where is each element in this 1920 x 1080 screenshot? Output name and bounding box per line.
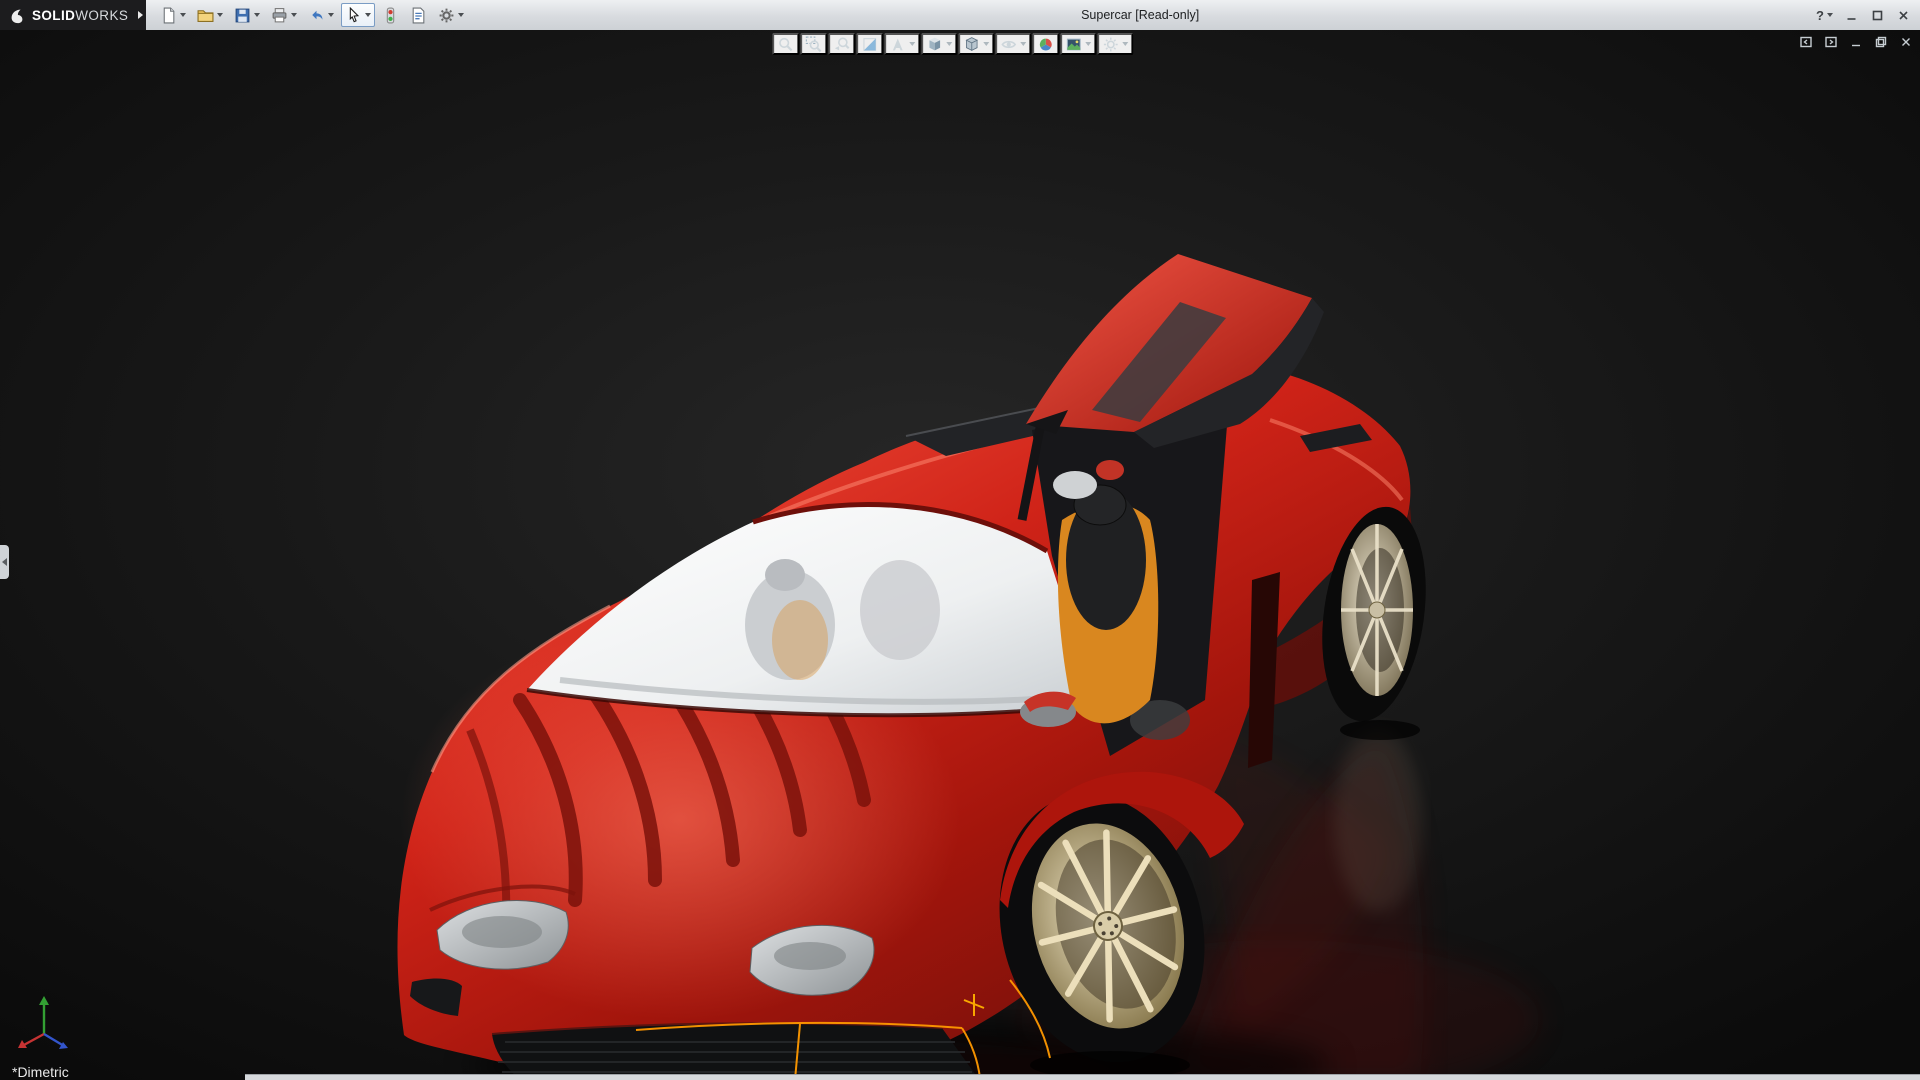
dropdown-arrow-icon[interactable] [1827, 13, 1833, 17]
annotation-views-icon [889, 36, 906, 53]
minimize-button[interactable] [1839, 5, 1863, 25]
previous-view-icon [833, 36, 850, 53]
titlebar: SOLIDWORKS [0, 0, 1920, 31]
view-settings-icon [1102, 36, 1119, 53]
zoom-to-fit-button[interactable] [772, 33, 799, 55]
minimize-icon [1846, 10, 1857, 21]
dropdown-arrow-icon[interactable] [458, 13, 464, 17]
zoom-to-fit-icon [777, 36, 794, 53]
new-button[interactable] [156, 3, 190, 27]
zoom-to-area-button[interactable] [800, 33, 827, 55]
graphics-viewport[interactable]: *Dimetric [0, 30, 1920, 1080]
dropdown-arrow-icon[interactable] [1020, 42, 1026, 46]
section-view-button[interactable] [856, 33, 883, 55]
collapse-left-icon [2, 558, 7, 566]
previous-view-button[interactable] [828, 33, 855, 55]
edit-appearance-ball-icon [1037, 36, 1054, 53]
view-orientation-label: *Dimetric [12, 1065, 69, 1080]
dropdown-arrow-icon[interactable] [291, 13, 297, 17]
view-orientation-cube-icon [926, 36, 943, 53]
hide-show-eye-icon [1000, 36, 1017, 53]
dropdown-arrow-icon[interactable] [946, 42, 952, 46]
file-properties-icon [410, 7, 427, 24]
print-button[interactable] [267, 3, 301, 27]
dropdown-arrow-icon[interactable] [254, 13, 260, 17]
doc-minimize-button[interactable] [1846, 33, 1866, 51]
printer-icon [271, 7, 288, 24]
car-render [0, 30, 1920, 1080]
options-gear-icon [438, 7, 455, 24]
maximize-icon [1872, 10, 1883, 21]
dropdown-arrow-icon[interactable] [180, 13, 186, 17]
view-orientation-button[interactable] [921, 33, 957, 55]
titlebar-controls: ? [1812, 4, 1920, 26]
view-settings-button[interactable] [1097, 33, 1133, 55]
file-properties-button[interactable] [406, 3, 431, 27]
window-right-arrow-button[interactable] [1821, 33, 1841, 51]
y-axis-arrow [39, 996, 49, 1005]
save-button[interactable] [230, 3, 264, 27]
dropdown-arrow-icon[interactable] [1122, 42, 1128, 46]
open-folder-icon [197, 7, 214, 24]
doc-restore-button[interactable] [1871, 33, 1891, 51]
window-right-arrow-icon [1825, 36, 1837, 48]
help-label: ? [1816, 8, 1824, 23]
save-floppy-icon [234, 7, 251, 24]
undo-arrow-icon [308, 7, 325, 24]
menus-expand-arrow[interactable] [134, 0, 146, 30]
close-button[interactable] [1891, 5, 1915, 25]
help-button[interactable]: ? [1812, 4, 1837, 26]
undo-button[interactable] [304, 3, 338, 27]
annotation-views-button[interactable] [884, 33, 920, 55]
new-document-icon [160, 7, 177, 24]
document-window-controls [1796, 33, 1916, 51]
dropdown-arrow-icon[interactable] [983, 42, 989, 46]
apply-scene-button[interactable] [1060, 33, 1096, 55]
select-button[interactable] [341, 3, 375, 27]
close-icon [1898, 10, 1909, 21]
menu-bar-toolbar [146, 3, 468, 27]
dropdown-arrow-icon[interactable] [365, 13, 371, 17]
apply-scene-icon [1065, 36, 1082, 53]
doc-close-button[interactable] [1896, 33, 1916, 51]
document-title: Supercar [Read-only] [468, 8, 1812, 22]
rebuild-traffic-light-icon [382, 7, 399, 24]
restore-icon [1875, 36, 1887, 48]
status-bar-strip [245, 1074, 1920, 1080]
front-grille [492, 1023, 978, 1080]
open-button[interactable] [193, 3, 227, 27]
featuremanager-collapse-handle[interactable] [0, 545, 9, 579]
dropdown-arrow-icon[interactable] [909, 42, 915, 46]
window-left-arrow-button[interactable] [1796, 33, 1816, 51]
display-style-icon [963, 36, 980, 53]
dropdown-arrow-icon[interactable] [328, 13, 334, 17]
dropdown-arrow-icon[interactable] [217, 13, 223, 17]
solidworks-wordmark: SOLIDWORKS [32, 8, 128, 23]
expand-right-icon [138, 11, 143, 19]
dropdown-arrow-icon[interactable] [1085, 42, 1091, 46]
close-icon [1900, 36, 1912, 48]
display-style-button[interactable] [958, 33, 994, 55]
section-view-icon [861, 36, 878, 53]
maximize-button[interactable] [1865, 5, 1889, 25]
minimize-icon [1850, 36, 1862, 48]
options-button[interactable] [434, 3, 468, 27]
heads-up-view-toolbar [772, 33, 1133, 55]
select-cursor-icon [345, 7, 362, 24]
solidworks-logo: SOLIDWORKS [0, 0, 134, 30]
zoom-to-area-icon [805, 36, 822, 53]
rebuild-button[interactable] [378, 3, 403, 27]
orientation-triad [14, 988, 84, 1058]
window-left-arrow-icon [1800, 36, 1812, 48]
hide-show-items-button[interactable] [995, 33, 1031, 55]
dassault-systemes-logo-icon [8, 6, 26, 24]
edit-appearance-button[interactable] [1032, 33, 1059, 55]
solidworks-window: SOLIDWORKS [0, 0, 1920, 1080]
